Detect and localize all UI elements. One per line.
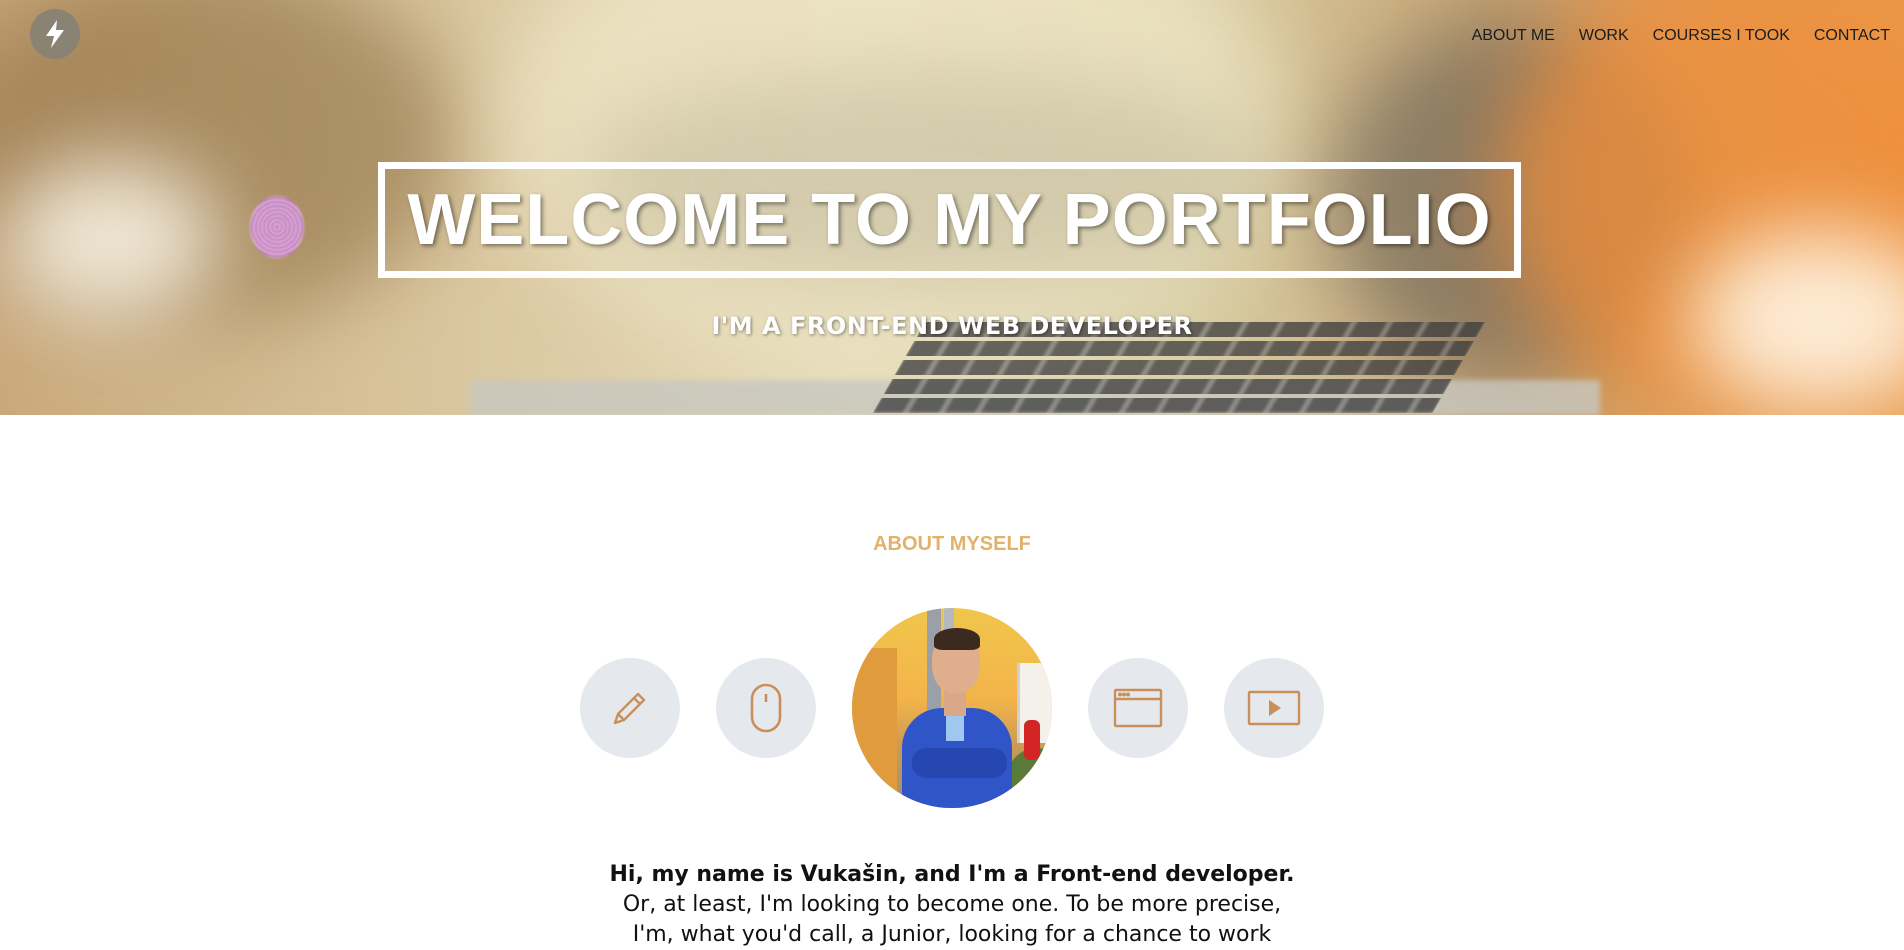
bio-intro: Hi, my name is Vukašin, and I'm a Front-… xyxy=(609,862,1295,887)
about-heading: ABOUT MYSELF xyxy=(873,533,1031,555)
bio-line: Or, at least, I'm looking to become one.… xyxy=(622,892,1282,917)
lightning-bolt-icon xyxy=(46,20,64,48)
skill-circle-video xyxy=(1224,658,1324,758)
avatar xyxy=(852,608,1052,808)
hero-title-box: WELCOME TO MY PORTFOLIO xyxy=(378,162,1521,278)
hero-subtitle: I'M A FRONT-END WEB DEVELOPER xyxy=(711,312,1193,340)
skill-circle-browser xyxy=(1088,658,1188,758)
skill-circle-mouse xyxy=(716,658,816,758)
mouse-icon xyxy=(750,683,782,733)
bio-line: I'm, what you'd call, a Junior, looking … xyxy=(632,922,1272,947)
play-icon xyxy=(1247,690,1301,726)
nav-item-about-me[interactable]: ABOUT ME xyxy=(1472,27,1555,45)
nav-item-work[interactable]: WORK xyxy=(1579,27,1629,45)
site-logo[interactable] xyxy=(30,9,80,59)
hero-title: WELCOME TO MY PORTFOLIO xyxy=(407,180,1492,260)
nav-item-contact[interactable]: CONTACT xyxy=(1814,27,1890,45)
main-nav: ABOUT ME WORK COURSES I TOOK CONTACT xyxy=(1448,27,1890,45)
hero-section: ABOUT ME WORK COURSES I TOOK CONTACT WEL… xyxy=(0,0,1904,415)
skill-circle-pencil xyxy=(580,658,680,758)
pencil-icon xyxy=(613,692,646,725)
nav-item-courses[interactable]: COURSES I TOOK xyxy=(1653,27,1790,45)
browser-window-icon xyxy=(1113,688,1163,728)
